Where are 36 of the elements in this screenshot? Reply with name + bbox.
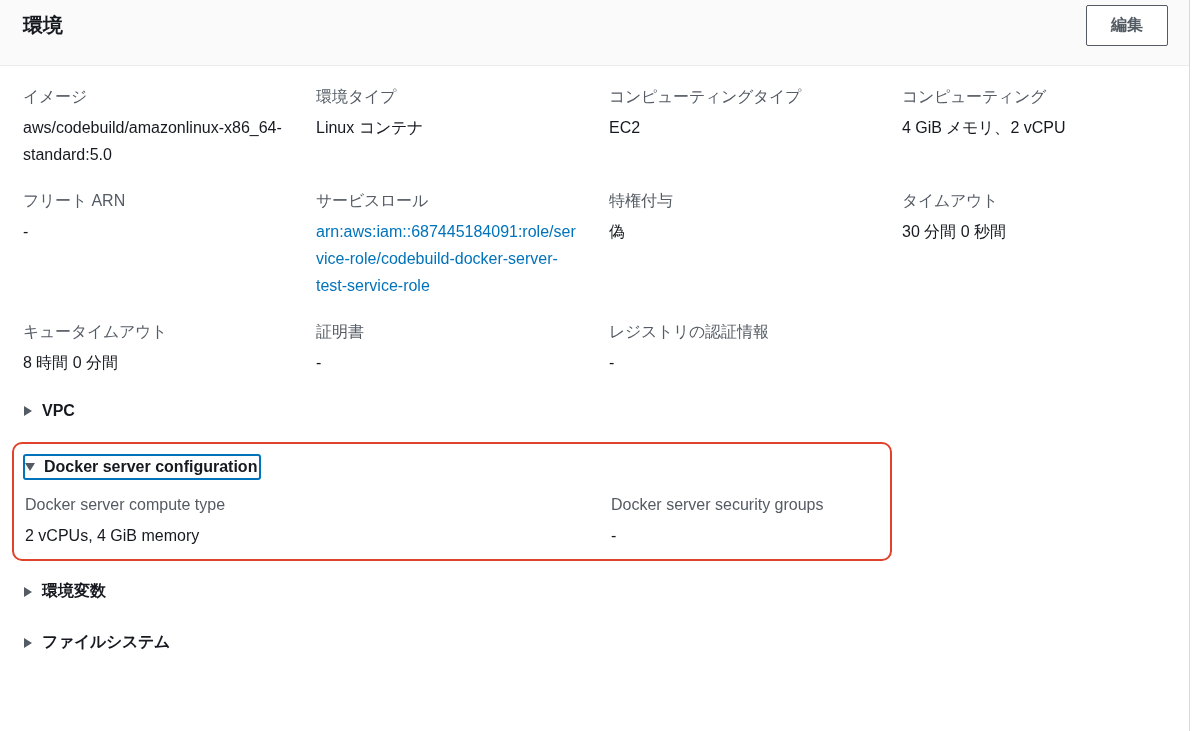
edit-button[interactable]: 編集	[1086, 5, 1168, 46]
field-label: レジストリの認証情報	[609, 322, 770, 342]
role-link[interactable]: arn:aws:iam::687445184091:role/service-role/codebuild-docker-server-test-service-role	[316, 218, 579, 299]
section-toggle[interactable]: 環境変数	[21, 577, 110, 606]
caret-icon	[25, 462, 35, 472]
field-label: コンピューティングタイプ	[609, 87, 803, 107]
field-value: -	[23, 222, 30, 242]
field-label: Docker server security groups	[611, 495, 825, 515]
section-toggle[interactable]: VPC	[21, 398, 79, 424]
section-toggle[interactable]: ファイルシステム	[21, 628, 174, 657]
field-value: 2 vCPUs, 4 GiB memory	[25, 526, 201, 546]
field-value: aws/codebuild/amazonlinux-x86_64-standard:5.0	[23, 118, 283, 165]
field-value: Linux コンテナ	[316, 118, 424, 138]
field-value: 30 分間 0 秒間	[902, 222, 1008, 242]
field-value: EC2	[609, 118, 642, 138]
field-label: フリート ARN	[23, 191, 127, 211]
field-value: 8 時間 0 分間	[23, 353, 120, 373]
field-label: コンピューティング	[902, 87, 1047, 107]
field-value: -	[609, 353, 616, 373]
field-label: 環境タイプ	[316, 87, 398, 107]
field-label: 証明書	[316, 322, 365, 342]
field-label: キュータイムアウト	[23, 322, 168, 342]
field-value: 偽	[609, 222, 626, 242]
field-value: -	[316, 353, 323, 373]
field-value: 4 GiB メモリ、2 vCPU	[902, 118, 1067, 138]
section-toggle[interactable]: Docker server configuration	[23, 454, 262, 480]
field-value: -	[611, 526, 618, 546]
caret-icon	[23, 637, 33, 648]
field-label: サービスロール	[316, 191, 429, 211]
caret-icon	[23, 586, 33, 597]
field-label: 特権付与	[609, 191, 674, 211]
field-label: イメージ	[23, 87, 88, 107]
caret-icon	[23, 406, 33, 416]
field-label: Docker server compute type	[25, 495, 227, 515]
panel-title: 環境	[23, 13, 63, 38]
field-label: タイムアウト	[902, 191, 999, 211]
